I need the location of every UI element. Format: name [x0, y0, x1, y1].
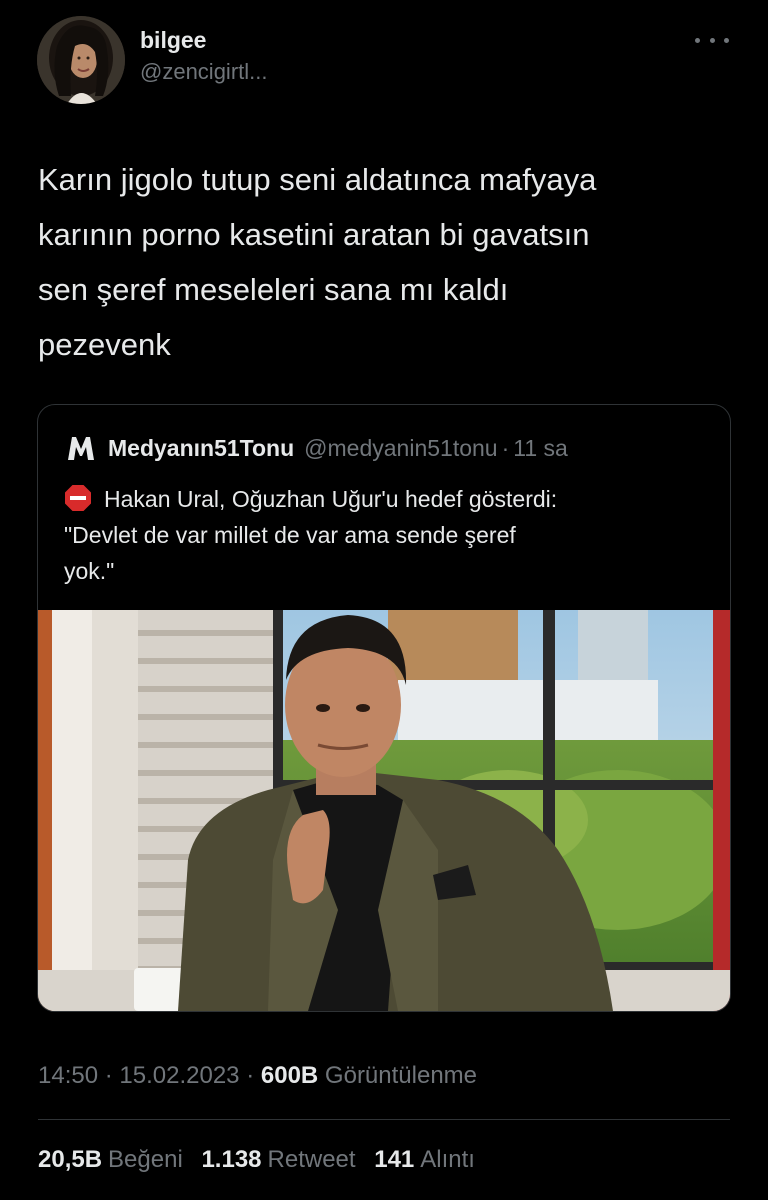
tweet-time[interactable]: 14:50: [38, 1062, 98, 1089]
retweets-label: Retweet: [267, 1146, 356, 1173]
quoted-author-handle[interactable]: @medyanin51tonu: [304, 433, 497, 463]
quoted-tweet-text: Hakan Ural, Oğuzhan Uğur'u hedef gösterd…: [64, 481, 714, 589]
tweet-meta: 14:50 · 15.02.2023 · 600B Görüntülenme: [38, 1060, 477, 1092]
quotes-stat[interactable]: 141 Alıntı: [374, 1146, 475, 1173]
tweet-text-line: Karın jigolo tutup seni aldatınca mafyay…: [38, 162, 597, 197]
tweet-header: bilgee @zencigirtl...: [37, 16, 731, 106]
more-dot-icon: [724, 37, 729, 43]
author-info[interactable]: bilgee @zencigirtl...: [140, 26, 267, 86]
quoted-tweet-header: Medyanın51Tonu @medyanin51tonu · 11 sa: [66, 433, 568, 463]
more-options-button[interactable]: [695, 30, 729, 50]
tweet-text-line: karının porno kasetini aratan bi gavatsı…: [38, 217, 590, 252]
tweet-date[interactable]: 15.02.2023: [119, 1062, 239, 1089]
author-handle[interactable]: @zencigirtl...: [140, 58, 267, 86]
quoted-separator: ·: [501, 435, 510, 461]
more-dot-icon: [709, 37, 715, 43]
quotes-label: Alıntı: [420, 1146, 475, 1173]
tweet-text: Karın jigolo tutup seni aldatınca mafyay…: [38, 152, 738, 372]
quoted-author-name[interactable]: Medyanın51Tonu: [108, 433, 294, 463]
quoted-timestamp[interactable]: 11 sa: [513, 433, 568, 463]
meta-separator: ·: [104, 1062, 113, 1089]
views-count: 600B: [260, 1062, 319, 1089]
author-avatar[interactable]: [37, 16, 125, 104]
quotes-count: 141: [374, 1146, 415, 1173]
likes-label: Beğeni: [108, 1146, 183, 1173]
likes-stat[interactable]: 20,5B Beğeni: [38, 1146, 189, 1173]
retweets-count: 1.138: [201, 1146, 262, 1173]
retweets-stat[interactable]: 1.138 Retweet: [201, 1146, 362, 1173]
quoted-tweet-photo[interactable]: [38, 610, 730, 1011]
meta-separator: ·: [246, 1062, 255, 1089]
quoted-text-line: Hakan Ural, Oğuzhan Uğur'u hedef gösterd…: [64, 481, 714, 517]
quoted-text-line-2: yok.": [64, 558, 115, 584]
stop-sign-icon: [65, 485, 91, 511]
author-display-name[interactable]: bilgee: [140, 26, 267, 54]
tweet-text-line: sen şeref meseleleri sana mı kaldı: [38, 272, 509, 307]
views-label: Görüntülenme: [324, 1062, 478, 1089]
medya-m-logo-icon: [68, 437, 94, 460]
tweet-text-line: pezevenk: [38, 327, 171, 362]
more-dot-icon: [695, 37, 700, 43]
likes-count: 20,5B: [38, 1146, 103, 1173]
tweet-stats: 20,5B Beğeni 1.138 Retweet 141 Alıntı: [38, 1144, 487, 1176]
divider: [38, 1119, 730, 1120]
quoted-tweet-card[interactable]: Medyanın51Tonu @medyanin51tonu · 11 sa H…: [37, 404, 731, 1012]
quoted-text-line-1: "Devlet de var millet de var ama sende ş…: [64, 522, 516, 548]
tv-studio-photo: [38, 610, 730, 1011]
profile-photo-icon: [37, 16, 125, 104]
quoted-text-line-0: Hakan Ural, Oğuzhan Uğur'u hedef gösterd…: [104, 486, 558, 512]
